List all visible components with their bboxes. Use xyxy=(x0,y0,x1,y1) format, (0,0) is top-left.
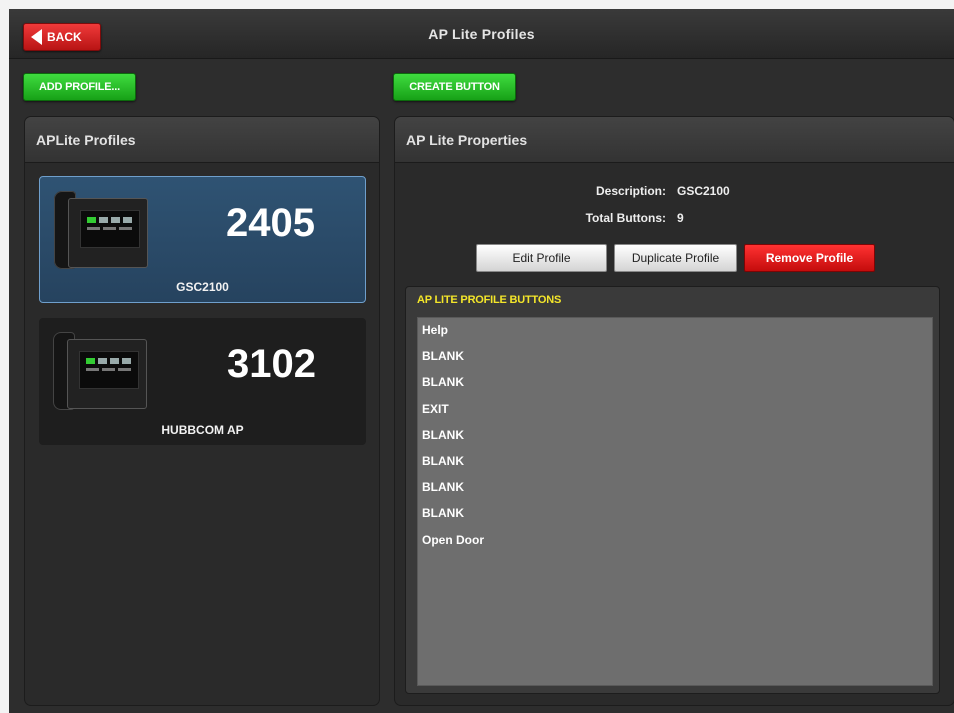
list-item[interactable]: BLANK xyxy=(418,344,932,370)
profiles-panel: APLite Profiles 2405 GSC2100 3102 HUBBCO… xyxy=(24,116,380,706)
total-buttons-value: 9 xyxy=(677,211,684,225)
page-title: AP Lite Profiles xyxy=(428,26,535,42)
profile-number: 3102 xyxy=(227,342,316,386)
phone-icon xyxy=(53,332,147,410)
profile-buttons-list[interactable]: Help BLANK BLANK EXIT BLANK BLANK BLANK … xyxy=(417,317,933,686)
list-item[interactable]: BLANK xyxy=(418,423,932,449)
profile-card-hubbcom-ap[interactable]: 3102 HUBBCOM AP xyxy=(39,318,366,445)
profile-name: HUBBCOM AP xyxy=(161,423,244,437)
list-item[interactable]: BLANK xyxy=(418,501,932,527)
add-profile-button[interactable]: ADD PROFILE... xyxy=(23,73,136,101)
description-label: Description: xyxy=(595,184,666,198)
edit-profile-button[interactable]: Edit Profile xyxy=(476,244,607,272)
total-buttons-label: Total Buttons: xyxy=(585,211,666,225)
remove-profile-button[interactable]: Remove Profile xyxy=(744,244,875,272)
title-bar: BACK AP Lite Profiles xyxy=(9,9,954,59)
list-item[interactable]: BLANK xyxy=(418,370,932,396)
list-item[interactable]: BLANK xyxy=(418,449,932,475)
profile-card-gsc2100[interactable]: 2405 GSC2100 xyxy=(39,176,366,303)
duplicate-profile-button[interactable]: Duplicate Profile xyxy=(614,244,737,272)
properties-panel: AP Lite Properties Description: GSC2100 … xyxy=(394,116,954,706)
list-item[interactable]: EXIT xyxy=(418,397,932,423)
description-value: GSC2100 xyxy=(677,184,730,198)
profile-number: 2405 xyxy=(226,201,315,245)
create-button-button[interactable]: CREATE BUTTON xyxy=(393,73,516,101)
profiles-panel-title: APLite Profiles xyxy=(25,117,379,163)
list-item[interactable]: Open Door xyxy=(418,528,932,554)
profile-name: GSC2100 xyxy=(176,280,229,294)
list-item[interactable]: Help xyxy=(418,318,932,344)
profile-buttons-box: AP LITE PROFILE BUTTONS Help BLANK BLANK… xyxy=(405,286,940,694)
profile-buttons-title: AP LITE PROFILE BUTTONS xyxy=(417,294,562,306)
list-item[interactable]: BLANK xyxy=(418,475,932,501)
properties-panel-title: AP Lite Properties xyxy=(395,117,954,163)
phone-icon xyxy=(54,191,148,269)
app-window: BACK AP Lite Profiles ADD PROFILE... CRE… xyxy=(9,9,954,713)
